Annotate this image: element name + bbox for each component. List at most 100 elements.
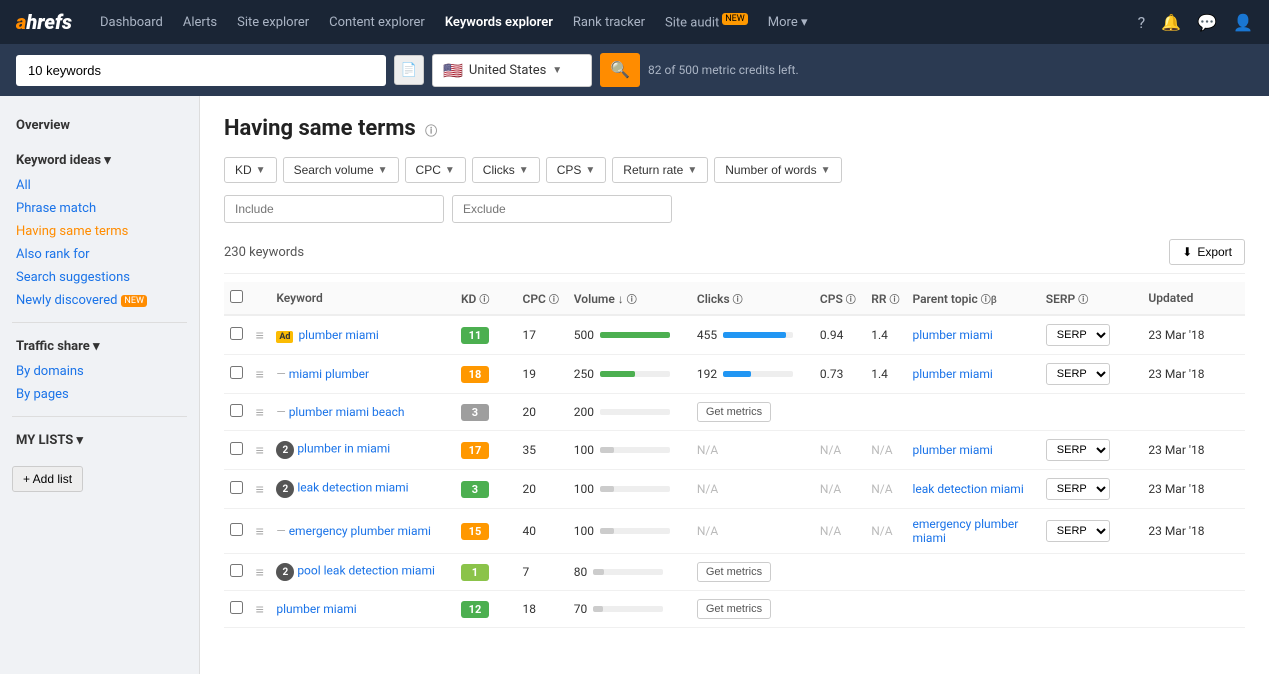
nav-site-audit[interactable]: Site audit	[665, 14, 748, 30]
parent-topic-link[interactable]: leak detection miami	[912, 482, 1023, 496]
chevron-down-icon: ▼	[687, 165, 697, 176]
select-all-checkbox[interactable]	[230, 290, 243, 303]
serp-select[interactable]: SERP	[1046, 520, 1110, 542]
sidebar-keyword-ideas-label[interactable]: Keyword ideas ▾	[12, 147, 187, 174]
col-header-volume[interactable]: Volume ↓ ⓘ	[568, 282, 691, 315]
filter-cpc-button[interactable]: CPC ▼	[405, 157, 466, 183]
serp-select[interactable]: SERP	[1046, 363, 1110, 385]
get-metrics-button[interactable]: Get metrics	[697, 599, 771, 619]
filter-search-volume-button[interactable]: Search volume ▼	[283, 157, 399, 183]
sidebar-item-all[interactable]: All	[12, 174, 187, 197]
row-cps-cell: N/A	[814, 431, 865, 470]
parent-topic-link[interactable]: emergency plumber miami	[912, 517, 1018, 545]
sidebar-item-by-pages[interactable]: By pages	[12, 383, 187, 406]
keyword-link[interactable]: emergency plumber miami	[289, 524, 431, 538]
export-button[interactable]: ⬇ Export	[1169, 239, 1245, 265]
user-icon[interactable]: 👤	[1233, 13, 1253, 32]
nav-site-explorer[interactable]: Site explorer	[237, 15, 309, 30]
keyword-link[interactable]: plumber miami	[276, 602, 356, 616]
row-checkbox[interactable]	[230, 481, 243, 494]
row-checkbox-cell	[224, 509, 250, 554]
title-info-icon[interactable]: ⓘ	[425, 124, 437, 138]
col-header-serp[interactable]: SERP ⓘ	[1040, 282, 1143, 315]
row-kd-cell: 3	[455, 470, 517, 509]
row-volume-cell: 70	[568, 591, 691, 628]
row-updated-cell: 23 Mar '18	[1142, 315, 1245, 355]
row-cpc-cell: 7	[516, 554, 567, 591]
row-checkbox[interactable]	[230, 564, 243, 577]
search-button[interactable]: 🔍	[600, 53, 640, 87]
help-icon[interactable]: ?	[1138, 13, 1146, 32]
sidebar-traffic-share-label[interactable]: Traffic share ▾	[12, 333, 187, 360]
col-header-keyword[interactable]: Keyword	[270, 282, 455, 315]
sidebar-overview-label[interactable]: Overview	[12, 112, 187, 139]
nav-dashboard[interactable]: Dashboard	[100, 15, 163, 30]
parent-topic-link[interactable]: plumber miami	[912, 367, 992, 381]
row-checkbox[interactable]	[230, 442, 243, 455]
serp-select[interactable]: SERP	[1046, 478, 1110, 500]
filter-kd-button[interactable]: KD ▼	[224, 157, 277, 183]
nav-alerts[interactable]: Alerts	[183, 15, 217, 30]
filter-number-of-words-button[interactable]: Number of words ▼	[714, 157, 841, 183]
row-checkbox[interactable]	[230, 327, 243, 340]
nav-rank-tracker[interactable]: Rank tracker	[573, 15, 645, 30]
notifications-icon[interactable]: 🔔	[1161, 13, 1181, 32]
messages-icon[interactable]: 💬	[1197, 13, 1217, 32]
country-selector[interactable]: 🇺🇸 United States ▼	[432, 54, 592, 87]
keyword-link[interactable]: plumber miami beach	[289, 405, 405, 419]
nav-more[interactable]: More ▾	[768, 15, 808, 30]
filter-clicks-button[interactable]: Clicks ▼	[472, 157, 540, 183]
serp-select[interactable]: SERP	[1046, 324, 1110, 346]
col-header-cps[interactable]: CPS ⓘ	[814, 282, 865, 315]
keyword-link[interactable]: leak detection miami	[297, 481, 408, 495]
col-header-rr[interactable]: RR ⓘ	[865, 282, 906, 315]
col-header-updated[interactable]: Updated	[1142, 282, 1245, 315]
row-checkbox[interactable]	[230, 601, 243, 614]
parent-topic-link[interactable]: plumber miami	[912, 328, 992, 342]
row-cps-cell	[814, 554, 865, 591]
sidebar-bottom: + Add list	[0, 454, 199, 504]
row-cps-cell: N/A	[814, 509, 865, 554]
keyword-link[interactable]: plumber in miami	[297, 442, 390, 456]
sidebar-item-newly-discovered[interactable]: Newly discovered NEW	[12, 289, 187, 312]
row-checkbox[interactable]	[230, 523, 243, 536]
col-header-clicks[interactable]: Clicks ⓘ	[691, 282, 814, 315]
row-serp-cell: SERP	[1040, 315, 1143, 355]
keywords-count: 230 keywords	[224, 245, 304, 260]
row-clicks-cell: N/A	[691, 470, 814, 509]
col-header-kd[interactable]: KD ⓘ	[455, 282, 517, 315]
exclude-input[interactable]	[452, 195, 672, 223]
filter-return-rate-button[interactable]: Return rate ▼	[612, 157, 708, 183]
row-checkbox[interactable]	[230, 404, 243, 417]
keyword-link[interactable]: pool leak detection miami	[297, 564, 435, 578]
nav-content-explorer[interactable]: Content explorer	[329, 15, 425, 30]
clicks-value: N/A	[697, 524, 718, 538]
col-header-cpc[interactable]: CPC ⓘ	[516, 282, 567, 315]
top-nav: ahrefs Dashboard Alerts Site explorer Co…	[0, 0, 1269, 44]
keyword-input[interactable]	[16, 55, 386, 86]
keyword-link[interactable]: plumber miami	[298, 328, 378, 342]
keyword-link[interactable]: miami plumber	[289, 367, 369, 381]
include-input[interactable]	[224, 195, 444, 223]
sidebar-item-by-domains[interactable]: By domains	[12, 360, 187, 383]
filter-cps-button[interactable]: CPS ▼	[546, 157, 607, 183]
get-metrics-button[interactable]: Get metrics	[697, 402, 771, 422]
add-list-button[interactable]: + Add list	[12, 466, 83, 492]
logo[interactable]: ahrefs	[16, 10, 72, 34]
sidebar-item-also-rank-for[interactable]: Also rank for	[12, 243, 187, 266]
upload-file-button[interactable]: 📄	[394, 55, 424, 85]
col-header-parent-topic[interactable]: Parent topic ⓘβ	[906, 282, 1039, 315]
my-lists-label[interactable]: MY LISTS ▾	[12, 427, 187, 454]
sidebar-item-having-same-terms[interactable]: Having same terms	[12, 220, 187, 243]
parent-topic-link[interactable]: plumber miami	[912, 443, 992, 457]
nav-keywords-explorer[interactable]: Keywords explorer	[445, 15, 553, 30]
serp-select[interactable]: SERP	[1046, 439, 1110, 461]
sidebar-item-search-suggestions[interactable]: Search suggestions	[12, 266, 187, 289]
row-lines-icon: ≡	[256, 524, 264, 540]
sidebar-item-phrase-match[interactable]: Phrase match	[12, 197, 187, 220]
get-metrics-button[interactable]: Get metrics	[697, 562, 771, 582]
volume-bar-bg	[600, 332, 670, 338]
row-clicks-cell: 455	[691, 315, 814, 355]
chevron-down-icon: ▼	[519, 165, 529, 176]
row-checkbox[interactable]	[230, 366, 243, 379]
